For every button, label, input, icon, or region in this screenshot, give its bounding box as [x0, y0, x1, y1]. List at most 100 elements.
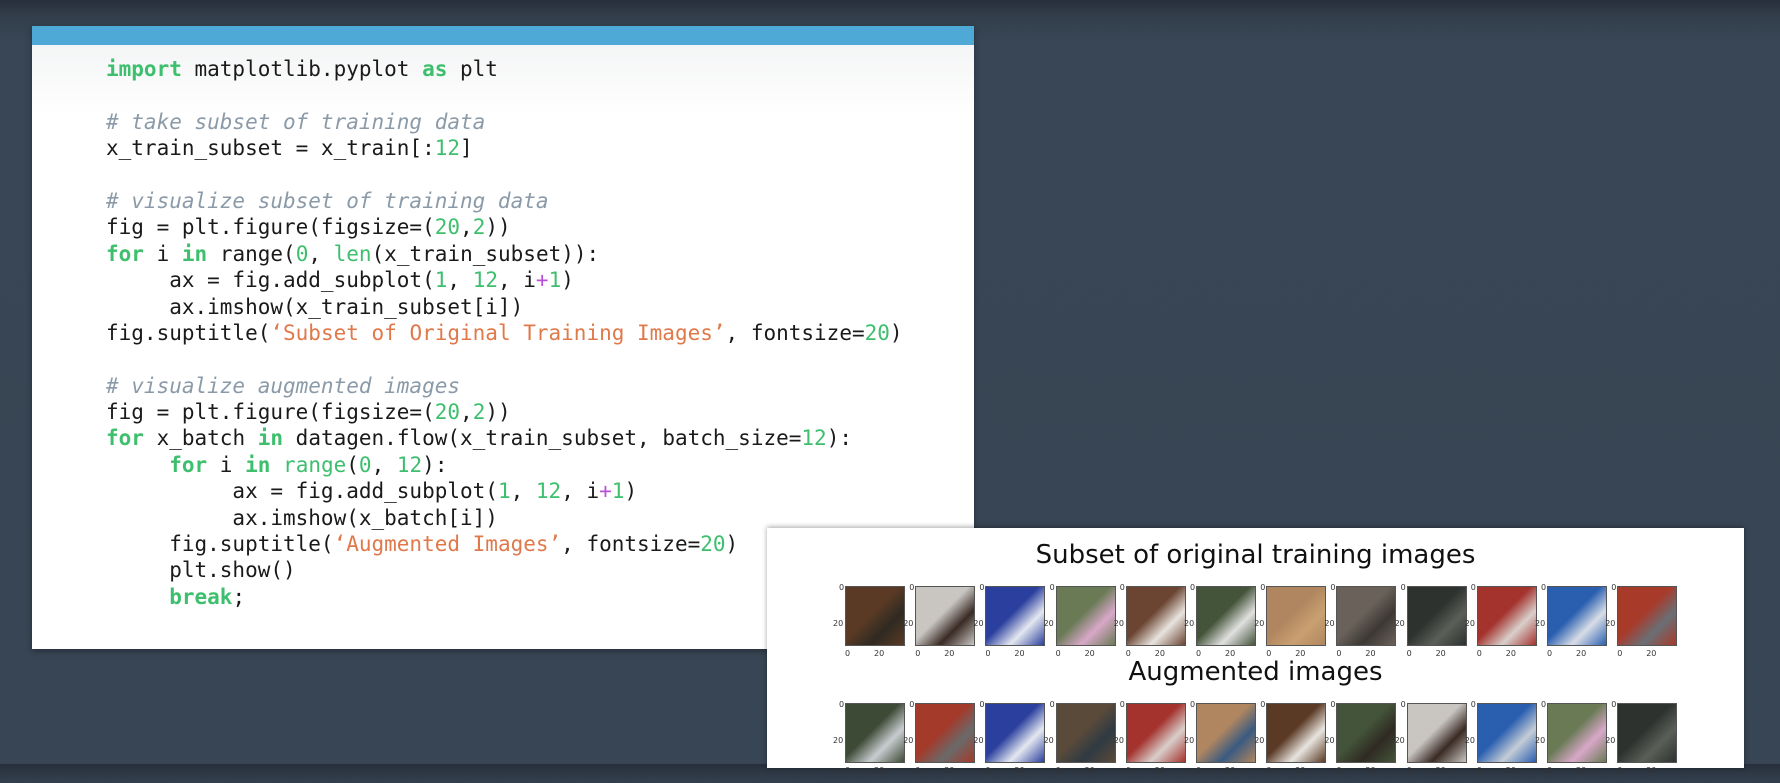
axis-tick-label: 0 — [1119, 700, 1125, 709]
axis-tick-label: 20 — [1365, 766, 1376, 775]
axis-tick-label: 0 — [1049, 700, 1055, 709]
axis-tick-label: 20 — [1394, 736, 1405, 745]
code-token: range — [283, 452, 347, 477]
code-token: fig.suptitle( — [106, 532, 334, 557]
code-token: for — [106, 241, 144, 266]
code-token: , — [447, 268, 473, 293]
code-token: , — [371, 452, 397, 477]
code-token: , — [510, 479, 536, 504]
axis-tick-label: 0 — [1611, 583, 1617, 592]
axis-tick-label: 20 — [1646, 766, 1657, 775]
axis-tick-label: 20 — [1254, 736, 1265, 745]
original-image-thumbnail: 0 20 0 20 — [1605, 583, 1678, 658]
code-token: i — [143, 241, 182, 266]
axis-tick-label: 0 — [1541, 700, 1547, 709]
code-token: ) — [725, 532, 739, 557]
code-token: ax.imshow(x_batch[i]) — [106, 505, 498, 530]
augmented-images-row: 0 20 0 20 0 20 0 20 0 20 0 20 0 20 0 20 0 20 0 20 0 20 0 20 0 20 0… — [833, 700, 1678, 783]
code-token: fig.suptitle( — [106, 320, 271, 345]
code-line: fig.suptitle(‘Subset of Original Trainin… — [106, 320, 903, 346]
axis-tick-label: 20 — [1605, 736, 1616, 745]
code-token: 2 — [472, 400, 486, 425]
code-line: ax = fig.add_subplot(1, 12, i+1) — [106, 267, 903, 293]
axis-tick-label: 0 — [1260, 700, 1266, 709]
original-image-thumbnail: 0 20 0 20 — [1114, 583, 1186, 658]
axis-tick-label: 0 — [839, 583, 845, 592]
axis-tick-label: 20 — [1324, 736, 1335, 745]
code-token: , — [308, 241, 334, 266]
axis-tick-label: 0 — [1400, 583, 1406, 592]
axis-tick-label: 20 — [1535, 619, 1546, 628]
axis-tick-label: 0 — [1470, 700, 1476, 709]
code-line: for x_batch in datagen.flow(x_train_subs… — [106, 425, 903, 451]
axis-tick-label: 0 — [1406, 766, 1412, 775]
code-token: in — [257, 426, 284, 451]
code-token: , — [460, 215, 473, 240]
code-token: import — [106, 57, 182, 81]
code-token: )) — [485, 400, 511, 425]
code-token: , i — [561, 479, 600, 504]
code-token: plt — [447, 57, 498, 81]
code-token: 1 — [548, 268, 562, 293]
axis-tick-label: 20 — [1464, 619, 1475, 628]
code-token: x_batch — [143, 426, 258, 451]
axis-tick-label: 20 — [1043, 619, 1054, 628]
code-line: import matplotlib.pyplot as plt — [106, 56, 903, 82]
axis-tick-label: 0 — [909, 583, 915, 592]
axis-tick-label: 20 — [1576, 766, 1587, 775]
axis-tick-label: 0 — [1617, 766, 1623, 775]
augmented-image-thumbnail: 0 20 0 20 — [1605, 700, 1678, 775]
axis-tick-label: 20 — [944, 766, 955, 775]
axis-tick-label: 0 — [1190, 583, 1196, 592]
code-token: matplotlib.pyplot — [181, 57, 423, 81]
code-token: as — [422, 57, 448, 81]
original-image-thumbnail: 0 20 0 20 — [1465, 583, 1537, 658]
axis-tick-label: 20 — [833, 619, 844, 628]
code-line: fig = plt.figure(figsize=(20,2)) — [106, 399, 903, 425]
code-token: plt.show() — [106, 558, 296, 583]
code-token: , i — [497, 268, 536, 293]
axis-tick-label: 20 — [1394, 619, 1405, 628]
axis-tick-label: 20 — [1605, 619, 1616, 628]
code-token: # visualize subset of training data — [106, 188, 549, 213]
original-image-thumbnail: 0 20 0 20 — [1044, 583, 1116, 658]
axis-tick-label: 20 — [1184, 736, 1195, 745]
code-token: 12 — [396, 452, 423, 477]
code-token: + — [599, 479, 612, 504]
augmented-image-thumbnail: 0 20 0 20 — [1254, 700, 1327, 775]
code-line: # visualize augmented images — [106, 373, 903, 399]
axis-tick-label: 0 — [1196, 766, 1202, 775]
code-token: , fontsize= — [561, 532, 701, 557]
original-image-thumbnail: 0 20 0 20 — [1324, 583, 1397, 658]
code-token: 1 — [497, 479, 511, 504]
axis-tick-label: 20 — [1324, 619, 1335, 628]
code-token: break — [169, 584, 233, 609]
axis-tick-label: 20 — [1084, 766, 1095, 775]
code-token: 1 — [434, 268, 448, 293]
code-token: ): — [422, 452, 448, 477]
augmented-image-thumbnail: 0 20 0 20 — [903, 700, 976, 775]
axis-tick-label: 0 — [1541, 583, 1547, 592]
axis-tick-label: 0 — [1055, 766, 1061, 775]
code-token: ‘Subset of Original Training Images’ — [270, 320, 726, 345]
original-images-suptitle: Subset of original training images — [1035, 540, 1476, 570]
axis-tick-label: 0 — [1125, 766, 1131, 775]
code-token: 0 — [295, 241, 309, 266]
original-image-thumbnail: 0 20 0 20 — [903, 583, 976, 658]
slide-accent-bar — [32, 26, 974, 45]
axis-tick-label: 0 — [1330, 583, 1336, 592]
axis-tick-label: 0 — [1400, 700, 1406, 709]
axis-tick-label: 0 — [915, 766, 921, 775]
axis-tick-label: 0 — [839, 700, 845, 709]
matplotlib-output-panel: Subset of original training images 0 20 0 2… — [767, 528, 1744, 775]
code-token: in — [181, 241, 208, 266]
axis-tick-label: 20 — [1464, 736, 1475, 745]
axis-tick-label: 0 — [1336, 766, 1342, 775]
code-line: for i in range(0, len(x_train_subset)): — [106, 241, 903, 267]
axis-tick-label: 0 — [1547, 766, 1553, 775]
axis-tick-label: 0 — [1330, 700, 1336, 709]
